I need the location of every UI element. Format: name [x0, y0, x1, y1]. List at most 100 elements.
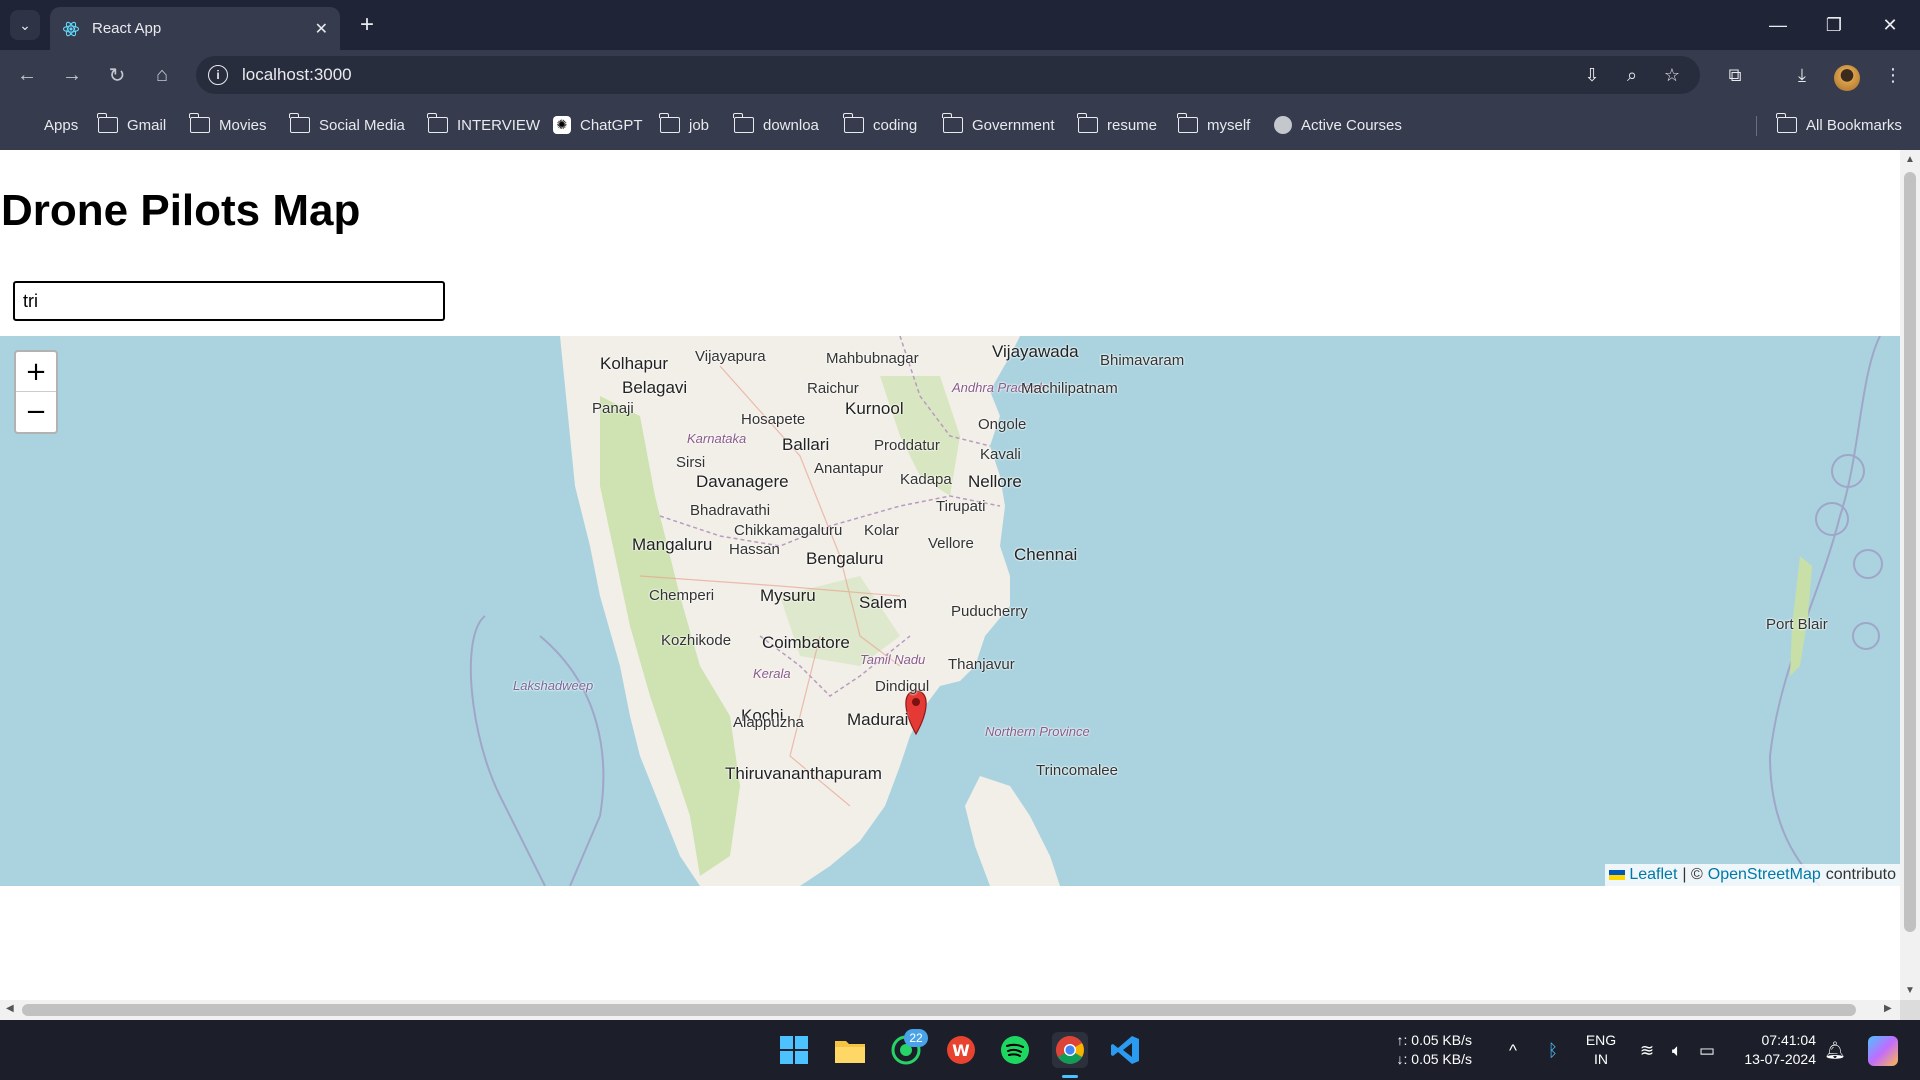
map-label: Kerala	[753, 666, 791, 681]
map-label: Chikkamagaluru	[734, 522, 843, 539]
map-label: Vijayawada	[992, 342, 1079, 361]
map-label: Proddatur	[874, 437, 940, 454]
bookmark-myself[interactable]: myself	[1177, 113, 1250, 137]
language-indicator[interactable]: ENG IN	[1580, 1031, 1622, 1069]
chatgpt-icon: ✺	[553, 116, 571, 134]
attribution-separator: | ©	[1682, 866, 1703, 883]
chrome-icon[interactable]	[1052, 1032, 1088, 1068]
scroll-up-icon[interactable]: ▲	[1905, 154, 1915, 165]
minimize-button[interactable]: —	[1750, 0, 1806, 50]
map-label: Thanjavur	[948, 656, 1015, 673]
map-label: Dindigul	[875, 678, 930, 695]
home-button[interactable]: ⌂	[147, 60, 177, 90]
map-label: Thiruvananthapuram	[725, 764, 882, 783]
bookmark-resume[interactable]: resume	[1077, 113, 1157, 137]
bookmark-star-icon[interactable]: ☆	[1659, 62, 1685, 88]
notification-bell-icon[interactable]: 🔔︎	[1824, 1040, 1846, 1062]
reload-button[interactable]: ↻	[102, 60, 132, 90]
browser-tab[interactable]: React App ✕	[50, 7, 340, 50]
map-label: Kurnool	[845, 399, 904, 418]
island-boundary	[1831, 454, 1865, 488]
map-label: Kolar	[864, 522, 900, 539]
map-label: Salem	[859, 593, 908, 612]
battery-icon[interactable]: ▭	[1696, 1040, 1718, 1062]
island-boundary	[1852, 622, 1880, 650]
wifi-icon[interactable]: ≋	[1636, 1040, 1658, 1062]
bookmark-downloa[interactable]: downloa	[733, 113, 819, 137]
bookmark-active-courses[interactable]: Active Courses	[1274, 113, 1402, 137]
bookmark-government[interactable]: Government	[942, 113, 1055, 137]
bookmark-apps[interactable]: Apps	[15, 113, 78, 137]
folder-icon	[289, 113, 310, 133]
folder-icon	[659, 113, 680, 133]
volume-icon[interactable]: 🔈︎	[1666, 1040, 1688, 1062]
profile-avatar[interactable]	[1834, 65, 1860, 91]
leaflet-link[interactable]: Leaflet	[1629, 866, 1677, 884]
map-tiles[interactable]	[0, 336, 1900, 886]
chevron-up-icon[interactable]: ^	[1502, 1040, 1524, 1062]
scroll-left-icon[interactable]: ◀	[6, 1003, 14, 1014]
bookmark-social-media[interactable]: Social Media	[289, 113, 405, 137]
vscode-icon[interactable]	[1107, 1032, 1143, 1068]
map-container[interactable]: Kolhapur Vijayapura Mahbubnagar Vijayawada B…	[0, 336, 1900, 886]
back-button[interactable]: ←	[12, 60, 42, 90]
scrollbar-corner	[1900, 1000, 1920, 1020]
downloads-icon[interactable]: ⤓	[1787, 60, 1817, 90]
map-label: Kozhikode	[661, 632, 732, 649]
zoom-in-button[interactable]: +	[16, 352, 56, 392]
horizontal-scrollbar[interactable]: ◀ ▶	[0, 1000, 1900, 1020]
osm-link[interactable]: OpenStreetMap	[1708, 866, 1821, 884]
tab-search-button[interactable]: ⌄	[10, 10, 40, 40]
forward-button[interactable]: →	[57, 60, 87, 90]
zoom-icon[interactable]: ⌕	[1619, 62, 1645, 88]
folder-icon	[189, 113, 210, 133]
restore-button[interactable]: ❐	[1806, 0, 1862, 50]
bookmark-gmail[interactable]: Gmail	[97, 113, 166, 137]
all-bookmarks-button[interactable]: All Bookmarks	[1776, 113, 1902, 137]
map-attribution: Leaflet | © OpenStreetMap contributo	[1605, 864, 1900, 886]
copilot-icon[interactable]	[1868, 1036, 1898, 1066]
file-explorer-icon[interactable]	[832, 1032, 868, 1068]
site-info-icon[interactable]: i	[208, 65, 228, 85]
windows-start-icon[interactable]	[776, 1032, 812, 1068]
map-label: Mysuru	[760, 586, 816, 605]
map-label: Mahbubnagar	[826, 350, 919, 367]
spotify-icon[interactable]	[997, 1032, 1033, 1068]
bookmark-interview[interactable]: INTERVIEW	[427, 113, 540, 137]
bookmark-coding[interactable]: coding	[843, 113, 917, 137]
clock[interactable]: 07:41:04 13-07-2024	[1730, 1031, 1816, 1069]
folder-icon	[843, 113, 864, 133]
apps-grid-icon	[15, 117, 35, 133]
bookmark-movies[interactable]: Movies	[189, 113, 267, 137]
bookmark-chatgpt[interactable]: ✺ ChatGPT	[553, 113, 643, 137]
vertical-scroll-thumb[interactable]	[1904, 172, 1916, 932]
react-logo-icon	[62, 21, 80, 36]
map-label: Chennai	[1014, 545, 1078, 564]
taskbar: W	[0, 1020, 1920, 1080]
map-label: Raichur	[807, 380, 859, 397]
map-label: Panaji	[592, 400, 634, 417]
horizontal-scroll-thumb[interactable]	[22, 1004, 1856, 1016]
search-input[interactable]	[13, 281, 445, 321]
close-window-button[interactable]: ✕	[1862, 0, 1918, 50]
bookmarks-bar: Apps Gmail Movies Social Media INTERVIEW…	[0, 100, 1920, 150]
globe-icon	[1274, 116, 1292, 134]
map-label: Kavali	[980, 446, 1021, 463]
map-label: Ballari	[782, 435, 830, 454]
folder-icon	[1077, 113, 1098, 133]
vertical-scrollbar[interactable]: ▲ ▼	[1900, 150, 1920, 1000]
menu-kebab-icon[interactable]: ⋮	[1878, 60, 1908, 90]
bookmark-job[interactable]: job	[659, 113, 709, 137]
extensions-icon[interactable]: ⧉	[1720, 60, 1750, 90]
address-bar[interactable]: i localhost:3000 ⇩ ⌕ ☆	[196, 56, 1700, 94]
tab-close-icon[interactable]: ✕	[315, 19, 328, 39]
map-label: Madurai	[847, 710, 909, 729]
scroll-down-icon[interactable]: ▼	[1905, 985, 1915, 996]
wps-office-icon[interactable]: W	[943, 1032, 979, 1068]
zoom-out-button[interactable]: −	[16, 392, 56, 432]
install-app-icon[interactable]: ⇩	[1579, 62, 1605, 88]
scroll-right-icon[interactable]: ▶	[1884, 1003, 1892, 1014]
attribution-suffix: contributo	[1825, 866, 1896, 883]
new-tab-button[interactable]: +	[352, 10, 382, 40]
bluetooth-icon[interactable]: ᛒ	[1542, 1040, 1564, 1062]
